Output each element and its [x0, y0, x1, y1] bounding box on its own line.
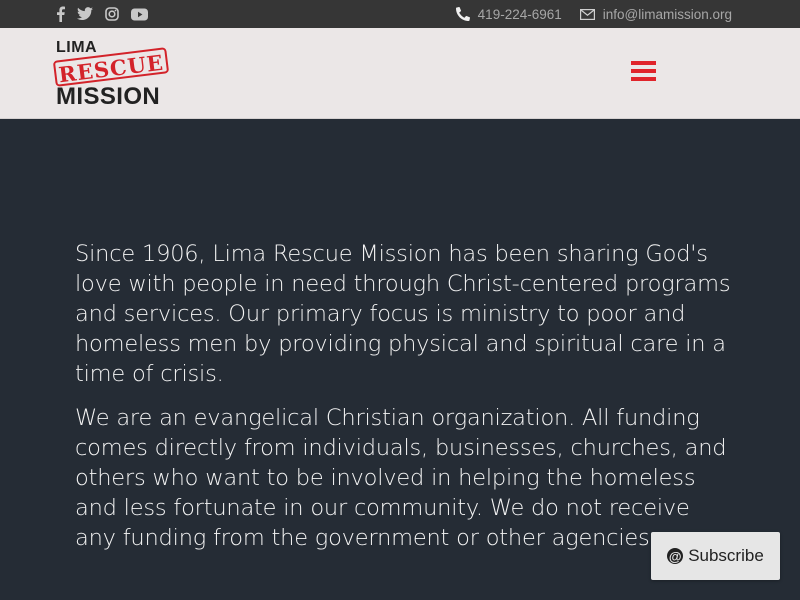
- email-address: info@limamission.org: [602, 6, 732, 22]
- at-icon: @: [667, 548, 684, 564]
- site-header: LIMA RESCUE MISSION: [0, 28, 800, 119]
- social-links: [56, 4, 160, 24]
- menu-bar-bottom: [631, 77, 656, 81]
- subscribe-button[interactable]: @ Subscribe: [651, 532, 780, 580]
- hamburger-icon[interactable]: [631, 61, 656, 83]
- contact-info: 419-224-6961 info@limamission.org: [455, 0, 732, 28]
- phone-number: 419-224-6961: [477, 6, 562, 22]
- logo-text-mission: MISSION: [56, 83, 161, 110]
- envelope-icon: [579, 8, 595, 20]
- subscribe-label: Subscribe: [688, 546, 764, 565]
- top-bar: 419-224-6961 info@limamission.org: [0, 0, 800, 28]
- menu-bar-top: [631, 61, 656, 65]
- logo-text-lima: LIMA: [56, 39, 98, 56]
- youtube-icon[interactable]: [131, 8, 148, 21]
- main-content: Since 1906, Lima Rescue Mission has been…: [75, 239, 735, 567]
- funding-paragraph: We are an evangelical Christian organiza…: [75, 405, 727, 551]
- intro-paragraph: Since 1906, Lima Rescue Mission has been…: [75, 241, 731, 387]
- twitter-icon[interactable]: [77, 7, 93, 21]
- menu-bar-middle: [631, 69, 656, 73]
- phone-link[interactable]: 419-224-6961: [455, 6, 562, 22]
- email-link[interactable]: info@limamission.org: [579, 6, 732, 22]
- facebook-icon[interactable]: [56, 6, 65, 22]
- instagram-icon[interactable]: [105, 7, 119, 21]
- phone-icon: [455, 7, 470, 21]
- site-logo[interactable]: LIMA RESCUE MISSION: [52, 38, 173, 110]
